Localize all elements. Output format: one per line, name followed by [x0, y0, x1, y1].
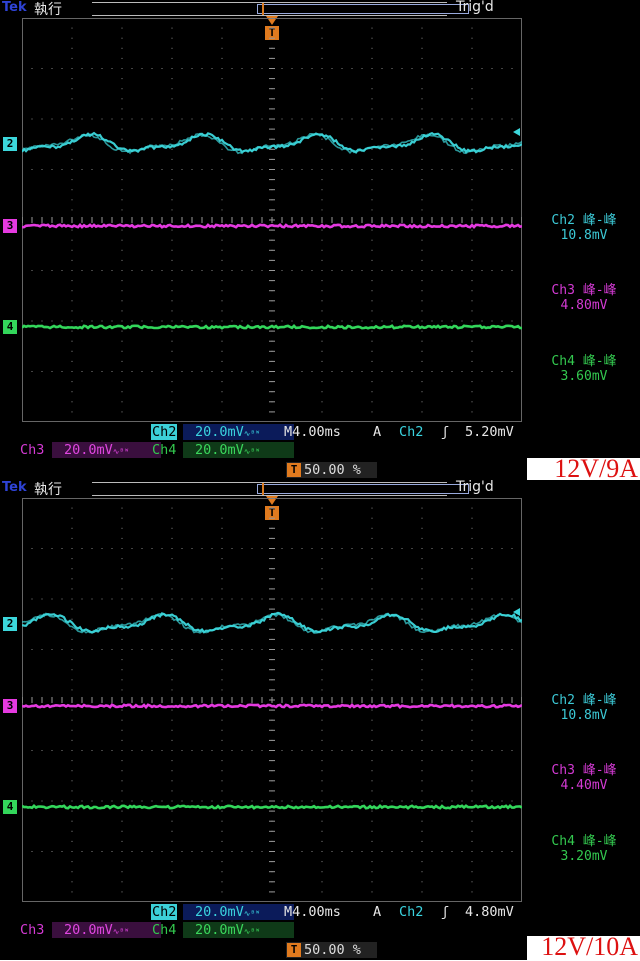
ch4-scale-value: 20.0mV [195, 442, 244, 458]
status-bar: Tek 執行 Trig'd [0, 480, 527, 498]
measurement-value: 10.8mV [560, 228, 608, 243]
ch2-scale[interactable]: 20.0mV∿ᴮᵂ [183, 424, 294, 440]
ch4-label[interactable]: Ch4 [151, 442, 177, 458]
trigger-position-readout[interactable]: T 50.00 % [286, 942, 377, 958]
graticule [22, 498, 522, 902]
ch2-scale-value: 20.0mV [195, 904, 244, 920]
trigger-mode: A [373, 424, 382, 440]
measurement-value: 4.80mV [560, 298, 608, 313]
ch3-label[interactable]: Ch3 [19, 922, 45, 938]
graticule [22, 18, 522, 422]
ch2-trace-persistence [22, 612, 522, 634]
bandwidth-limit-icon: ∿ᴮᵂ [112, 447, 130, 456]
bandwidth-limit-icon: ∿ᴮᵂ [112, 927, 130, 936]
measurement-label: Ch4 峰-峰 [551, 834, 617, 849]
ch2-scale[interactable]: 20.0mV∿ᴮᵂ [183, 904, 294, 920]
status-bar: Tek 執行 Trig'd [0, 0, 527, 18]
ch3-scale-value: 20.0mV [64, 442, 113, 458]
measurement-value: 3.20mV [560, 849, 608, 864]
record-view-window [257, 4, 469, 14]
ch3-marker[interactable]: 3 [3, 219, 17, 233]
trigger-source[interactable]: Ch2 [398, 424, 424, 440]
ch3-trace [22, 703, 522, 710]
ch3-scale[interactable]: 20.0mV∿ᴮᵂ [52, 922, 161, 938]
bandwidth-limit-icon: ∿ᴮᵂ [243, 909, 261, 918]
ch3-trace [22, 222, 522, 230]
record-length-bar [92, 2, 469, 16]
rising-edge-icon: ʃ [441, 424, 450, 440]
rising-edge-icon: ʃ [441, 904, 450, 920]
measurement-value: 10.8mV [560, 708, 608, 723]
oscilloscope-screen-2: Tek 執行 Trig'd T 2 3 4 Ch2 峰-峰 10.8mV Ch3… [0, 480, 640, 960]
ch3-measurement: Ch3 峰-峰 4.80mV [532, 283, 636, 313]
caption-label-1: 12V/9A [554, 454, 638, 483]
record-center-marker [262, 3, 264, 15]
trigger-level[interactable]: 5.20mV [464, 424, 515, 440]
ch4-label[interactable]: Ch4 [151, 922, 177, 938]
trigger-status: Trig'd [456, 0, 494, 15]
settings-row-2: Ch3 20.0mV∿ᴮᵂ Ch4 20.0mV∿ᴮᵂ [0, 922, 527, 940]
trigger-level[interactable]: 4.80mV [464, 904, 515, 920]
measurement-value: 4.40mV [560, 778, 608, 793]
measurement-label: Ch3 峰-峰 [551, 763, 617, 778]
acquisition-state: 執行 [34, 482, 62, 498]
ch3-scale-value: 20.0mV [64, 922, 113, 938]
bandwidth-limit-icon: ∿ᴮᵂ [243, 447, 261, 456]
ch4-measurement: Ch4 峰-峰 3.20mV [532, 834, 636, 864]
ch4-marker[interactable]: 4 [3, 320, 17, 334]
ch3-scale[interactable]: 20.0mV∿ᴮᵂ [52, 442, 161, 458]
ch2-measurement: Ch2 峰-峰 10.8mV [532, 213, 636, 243]
brand-logo: Tek [2, 480, 27, 495]
acquisition-state: 執行 [34, 2, 62, 18]
timebase[interactable]: M4.00ms [283, 904, 342, 920]
record-center-marker [262, 483, 264, 495]
measurement-value: 3.60mV [560, 369, 608, 384]
ch4-trace [22, 323, 522, 330]
bandwidth-limit-icon: ∿ᴮᵂ [243, 429, 261, 438]
timebase[interactable]: M4.00ms [283, 424, 342, 440]
ch3-measurement: Ch3 峰-峰 4.40mV [532, 763, 636, 793]
settings-row-2: Ch3 20.0mV∿ᴮᵂ Ch4 20.0mV∿ᴮᵂ [0, 442, 527, 460]
settings-row-1: Ch2 20.0mV∿ᴮᵂ M4.00ms A Ch2 ʃ 5.20mV [0, 424, 527, 442]
trigger-position-readout[interactable]: T 50.00 % [286, 462, 377, 478]
measurement-label: Ch2 峰-峰 [551, 213, 617, 228]
trigger-status: Trig'd [456, 480, 494, 495]
ch2-trace-persistence [22, 133, 522, 155]
graticule-svg [22, 18, 522, 422]
ch2-label[interactable]: Ch2 [151, 904, 178, 920]
ch3-label[interactable]: Ch3 [19, 442, 45, 458]
ch2-label[interactable]: Ch2 [151, 424, 178, 440]
ch3-marker[interactable]: 3 [3, 699, 17, 713]
trigger-position-value: 50.00 % [304, 942, 361, 958]
trigger-level-arrow-icon [513, 128, 520, 136]
trigger-position-value: 50.00 % [304, 462, 361, 478]
record-length-bar [92, 482, 469, 496]
measurement-label: Ch3 峰-峰 [551, 283, 617, 298]
record-view-window [257, 484, 469, 494]
ch4-marker[interactable]: 4 [3, 800, 17, 814]
trigger-mode: A [373, 904, 382, 920]
bandwidth-limit-icon: ∿ᴮᵂ [243, 927, 261, 936]
ch2-marker[interactable]: 2 [3, 617, 17, 631]
ch4-measurement: Ch4 峰-峰 3.60mV [532, 354, 636, 384]
brand-logo: Tek [2, 0, 27, 15]
trigger-source[interactable]: Ch2 [398, 904, 424, 920]
measurement-label: Ch2 峰-峰 [551, 693, 617, 708]
ch4-trace [22, 804, 522, 810]
caption-label-2: 12V/10A [541, 932, 638, 961]
graticule-svg [22, 498, 522, 902]
settings-row-1: Ch2 20.0mV∿ᴮᵂ M4.00ms A Ch2 ʃ 4.80mV [0, 904, 527, 922]
ch2-marker[interactable]: 2 [3, 137, 17, 151]
oscilloscope-screen-1: Tek 執行 Trig'd T 2 3 4 Ch2 峰-峰 10.8mV Ch3… [0, 0, 640, 480]
ch4-scale-value: 20.0mV [195, 922, 244, 938]
ch2-scale-value: 20.0mV [195, 424, 244, 440]
ch4-scale[interactable]: 20.0mV∿ᴮᵂ [183, 442, 294, 458]
measurement-label: Ch4 峰-峰 [551, 354, 617, 369]
trigger-icon: T [287, 463, 301, 477]
trigger-icon: T [287, 943, 301, 957]
ch4-scale[interactable]: 20.0mV∿ᴮᵂ [183, 922, 294, 938]
ch2-measurement: Ch2 峰-峰 10.8mV [532, 693, 636, 723]
